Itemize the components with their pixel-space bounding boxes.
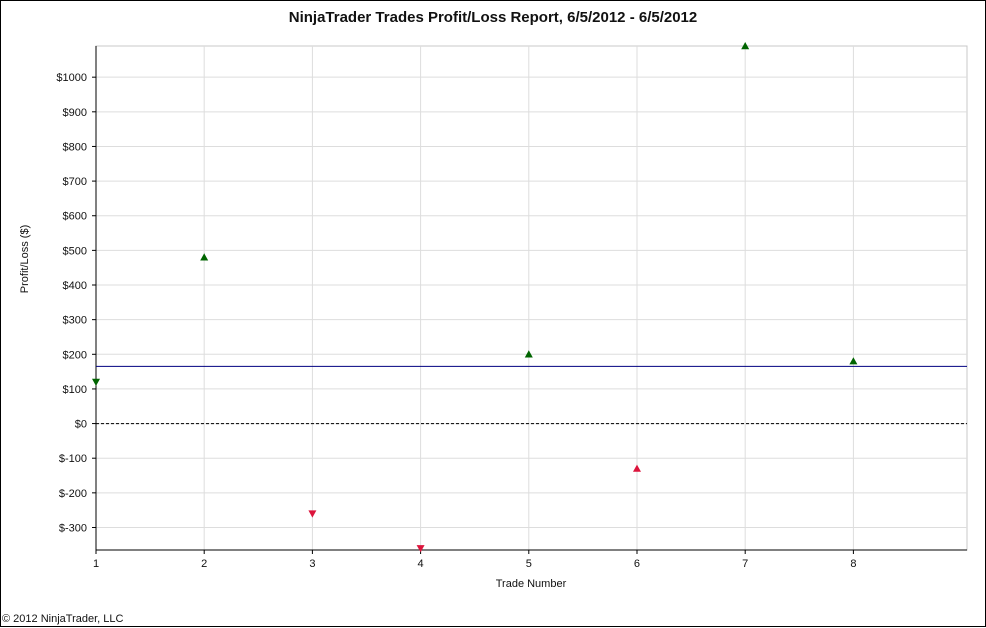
x-tick-label: 8 [850, 558, 856, 570]
y-tick-label: $800 [63, 141, 87, 153]
x-tick-label: 1 [93, 558, 99, 570]
y-tick-label: $700 [63, 176, 87, 188]
y-tick-label: $400 [63, 280, 87, 292]
plot-area: $-300 $-200 $-100 $0 $100 $200 $300 $400 $500 $60… [56, 42, 968, 570]
x-tick-label: 5 [526, 558, 532, 570]
y-tick-label: $-300 [59, 522, 87, 534]
y-tick-label: $200 [63, 349, 87, 361]
plot-background [95, 45, 968, 551]
x-tick-label: 2 [201, 558, 207, 570]
y-tick-label: $-200 [59, 488, 87, 500]
chart-frame: NinjaTrader Trades Profit/Loss Report, 6… [0, 0, 986, 627]
x-tick-label: 7 [742, 558, 748, 570]
y-tick-label: $100 [63, 384, 87, 396]
y-tick-label: $300 [63, 315, 87, 327]
y-tick-label: $-100 [59, 453, 87, 465]
y-tick-label: $1000 [56, 72, 87, 84]
y-tick-label: $0 [75, 419, 87, 431]
y-tick-label: $500 [63, 245, 87, 257]
x-tick-label: 3 [309, 558, 315, 570]
y-tick-label: $900 [63, 107, 87, 119]
y-tick-label: $600 [63, 211, 87, 223]
x-tick-label: 4 [418, 558, 424, 570]
x-tick-label: 6 [634, 558, 640, 570]
